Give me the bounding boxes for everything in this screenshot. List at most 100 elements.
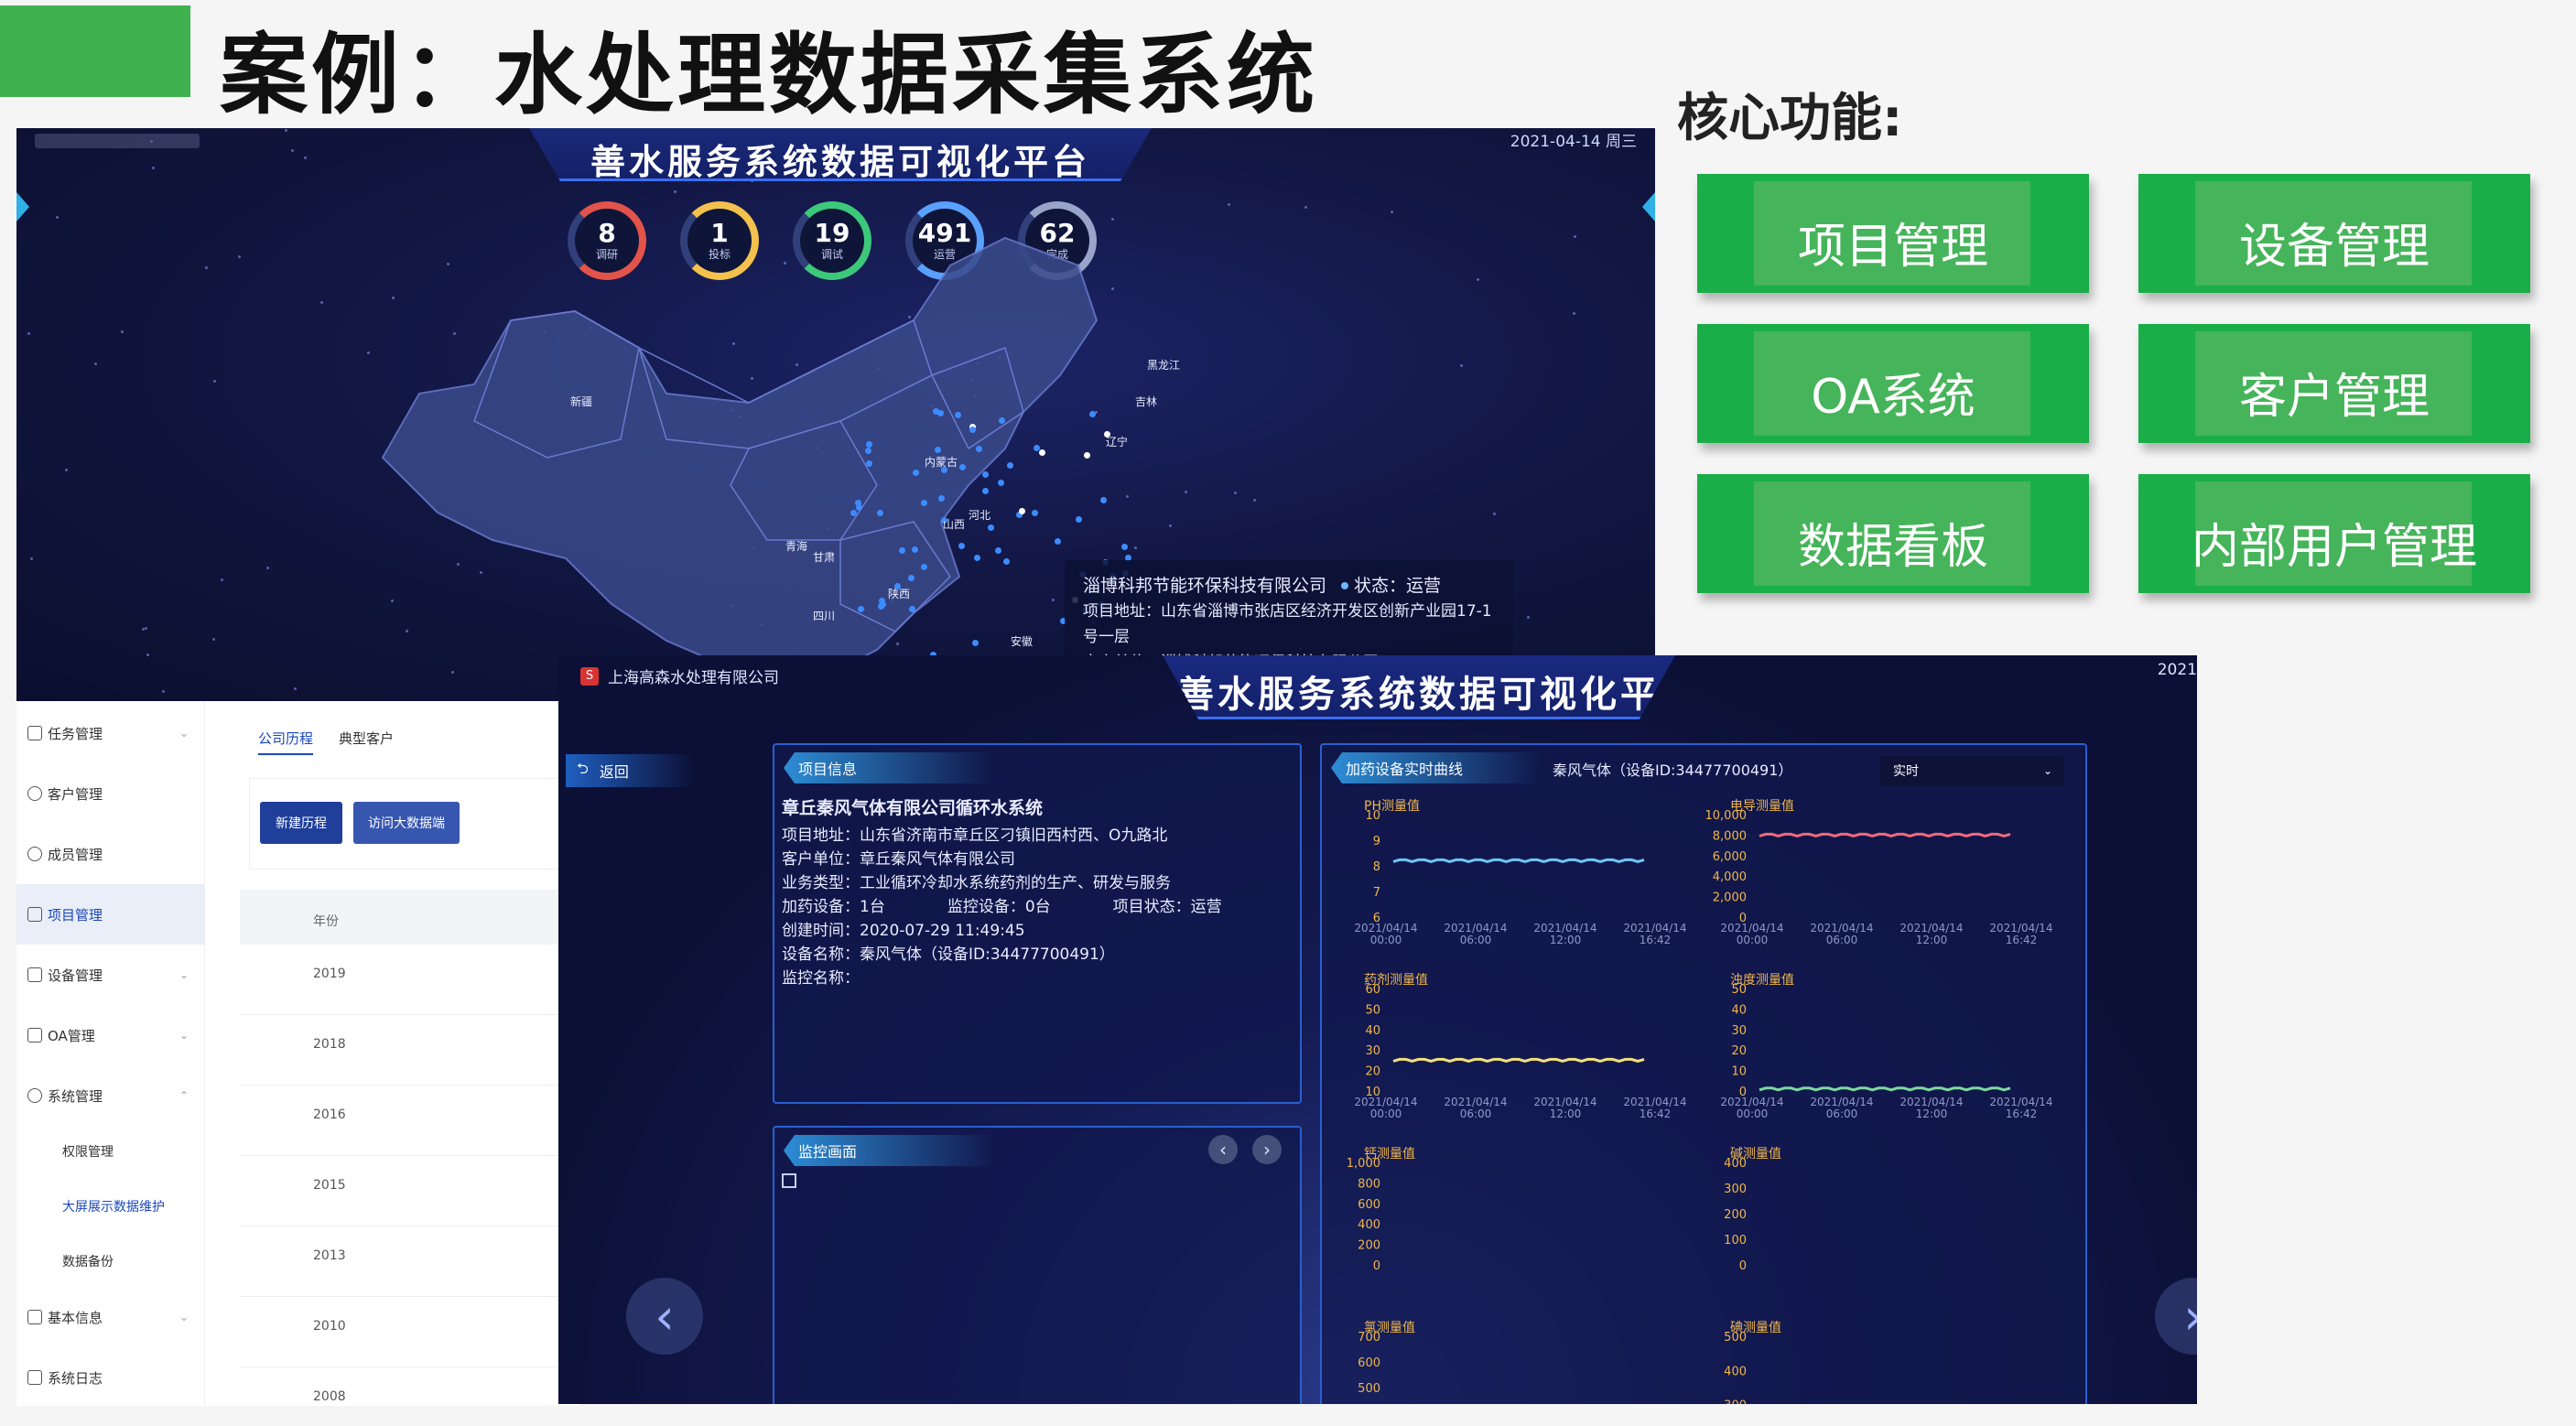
project-marker[interactable]: [936, 410, 944, 417]
sidebar-item-projects[interactable]: 项目管理: [16, 884, 205, 945]
project-marker[interactable]: [994, 547, 1001, 555]
project-marker[interactable]: [855, 499, 862, 506]
x-tick-label: 06:00: [1460, 934, 1492, 946]
left-edge-arrow-icon[interactable]: [16, 192, 29, 221]
fn-internal-user-button[interactable]: 内部用户管理: [2138, 474, 2530, 593]
project-marker[interactable]: [850, 509, 858, 516]
sidebar-item-devices[interactable]: 设备管理 ⌄: [16, 945, 205, 1005]
table-row[interactable]: 2010: [240, 1297, 580, 1367]
mini-chart: 氯测量值700600500400300: [1335, 1318, 1692, 1404]
star-decoration: [303, 157, 307, 160]
info-line: 客户单位：章丘秦风气体有限公司: [782, 850, 1015, 869]
sidebar-item-tasks[interactable]: 任务管理 ⌄: [16, 703, 205, 763]
project-marker[interactable]: [865, 460, 872, 468]
project-marker[interactable]: [911, 546, 918, 553]
table-row[interactable]: 2008: [240, 1367, 580, 1406]
carousel-prev-icon[interactable]: ‹: [626, 1278, 703, 1355]
tab-company-history[interactable]: 公司历程: [258, 729, 314, 755]
fn-customer-management-button[interactable]: 客户管理: [2138, 324, 2530, 443]
project-marker[interactable]: [934, 446, 941, 453]
y-tick-label: 800: [1358, 1177, 1380, 1191]
project-marker[interactable]: [958, 542, 965, 549]
fn-project-management-button[interactable]: 项目管理: [1697, 174, 2089, 293]
y-tick-label: 6,000: [1713, 850, 1747, 864]
project-marker[interactable]: [976, 445, 983, 452]
device-label: 秦风气体（设备ID:34477700491）: [1553, 762, 1793, 779]
project-marker[interactable]: [1007, 461, 1014, 469]
y-tick-label: 30: [1365, 1044, 1380, 1058]
project-marker[interactable]: [1083, 451, 1090, 459]
table-row[interactable]: 2013: [240, 1226, 580, 1297]
sidebar-item-customers[interactable]: 客户管理: [16, 763, 205, 824]
star-decoration: [1493, 513, 1497, 516]
mini-chart-title: 氯测量值: [1364, 1321, 1415, 1335]
tab-typical-customers[interactable]: 典型客户: [339, 729, 394, 748]
prev-camera-button[interactable]: ‹: [1208, 1135, 1238, 1164]
next-camera-button[interactable]: ›: [1252, 1135, 1282, 1164]
x-tick-label: 00:00: [1737, 934, 1769, 946]
map-label-shanxi: 山西: [943, 518, 966, 531]
submenu-permissions[interactable]: 权限管理: [62, 1142, 114, 1161]
mini-chart-plot: 1,0008006004002000: [1347, 1157, 1380, 1273]
project-marker[interactable]: [1089, 410, 1097, 417]
blurred-header-text: [35, 134, 200, 148]
project-marker[interactable]: [969, 426, 977, 433]
right-edge-arrow-icon[interactable]: [1642, 192, 1655, 221]
task-icon: [27, 726, 42, 740]
sidebar-item-members[interactable]: 成员管理: [16, 824, 205, 884]
map-label-sichuan: 四川: [813, 610, 836, 622]
sidebar-item-system[interactable]: 系统管理 ⌃: [16, 1065, 205, 1126]
mini-chart: 碱测量值 400 300 200 100 0: [1701, 1144, 2058, 1318]
time-range-select[interactable]: 实时 ⌄: [1880, 756, 2063, 785]
mini-chart: PH测量值 10 9 8 7 6 2021/04/14 00:00 2021/04/14 06:0…: [1335, 796, 1692, 970]
fn-data-dashboard-button[interactable]: 数据看板: [1697, 474, 2089, 593]
sidebar-item-oa[interactable]: OA管理 ⌄: [16, 1005, 205, 1065]
star-decoration: [30, 556, 34, 560]
project-marker[interactable]: [1075, 515, 1082, 523]
project-marker[interactable]: [987, 524, 994, 532]
x-tick-label: 2021/04/14: [1720, 1096, 1783, 1108]
submenu-bigscreen-data[interactable]: 大屏展示数据维护: [62, 1197, 165, 1215]
fn-device-management-button[interactable]: 设备管理: [2138, 174, 2530, 293]
fn-oa-system-button[interactable]: OA系统: [1697, 324, 2089, 443]
y-tick-label: 8: [1373, 860, 1380, 874]
sidebar: 任务管理 ⌄ 客户管理 成员管理 项目管理 设备管理 ⌄ OA管理 ⌄ 系统管理 ⌃ 权…: [16, 701, 205, 1406]
project-marker[interactable]: [879, 597, 886, 604]
table-row[interactable]: 2016: [240, 1086, 580, 1156]
table-row[interactable]: 2018: [240, 1015, 580, 1086]
table-row[interactable]: 2019: [240, 945, 580, 1015]
submenu-backup[interactable]: 数据备份: [62, 1252, 114, 1270]
project-marker[interactable]: [973, 555, 980, 561]
visit-bigdata-button[interactable]: 访问大数据端: [353, 802, 460, 844]
back-button[interactable]: ⮌ 返回: [566, 754, 694, 787]
log-icon: [27, 1370, 42, 1385]
mini-chart: 钙测量值 1,000 800 600 400 200 0: [1335, 1144, 1692, 1318]
monitor-checkbox[interactable]: [782, 1173, 796, 1188]
project-marker[interactable]: [997, 479, 1004, 486]
project-marker[interactable]: [908, 605, 915, 612]
project-marker[interactable]: [876, 510, 883, 517]
mini-chart-title: 碘测量值: [1730, 1321, 1781, 1335]
table-row[interactable]: 2015: [240, 1156, 580, 1226]
project-marker[interactable]: [998, 416, 1005, 424]
mini-chart-title: 碱测量值: [1730, 1147, 1781, 1161]
sidebar-item-basic-info[interactable]: 基本信息 ⌄: [16, 1287, 205, 1347]
project-marker[interactable]: [937, 494, 945, 502]
chevron-icon: ⌃: [179, 1089, 189, 1102]
mini-chart-plot: 4003002001000: [1724, 1157, 1747, 1273]
project-marker[interactable]: [981, 487, 989, 494]
map-label-xinjiang: 新疆: [570, 395, 593, 408]
project-marker[interactable]: [1038, 448, 1045, 456]
project-marker[interactable]: [907, 575, 915, 582]
x-tick-label: 16:42: [2006, 1107, 2038, 1120]
project-marker[interactable]: [1055, 537, 1062, 545]
carousel-next-icon[interactable]: ›: [2155, 1278, 2197, 1355]
project-marker[interactable]: [954, 411, 961, 418]
map-label-neimenggu: 内蒙古: [925, 456, 958, 469]
members-icon: [27, 847, 42, 861]
new-history-button[interactable]: 新建历程: [260, 802, 342, 844]
sidebar-item-logs[interactable]: 系统日志: [16, 1347, 205, 1406]
star-decoration: [142, 628, 146, 632]
dashboard-date: 2021-04-14 周三: [1510, 133, 1637, 151]
project-marker[interactable]: [958, 463, 966, 470]
